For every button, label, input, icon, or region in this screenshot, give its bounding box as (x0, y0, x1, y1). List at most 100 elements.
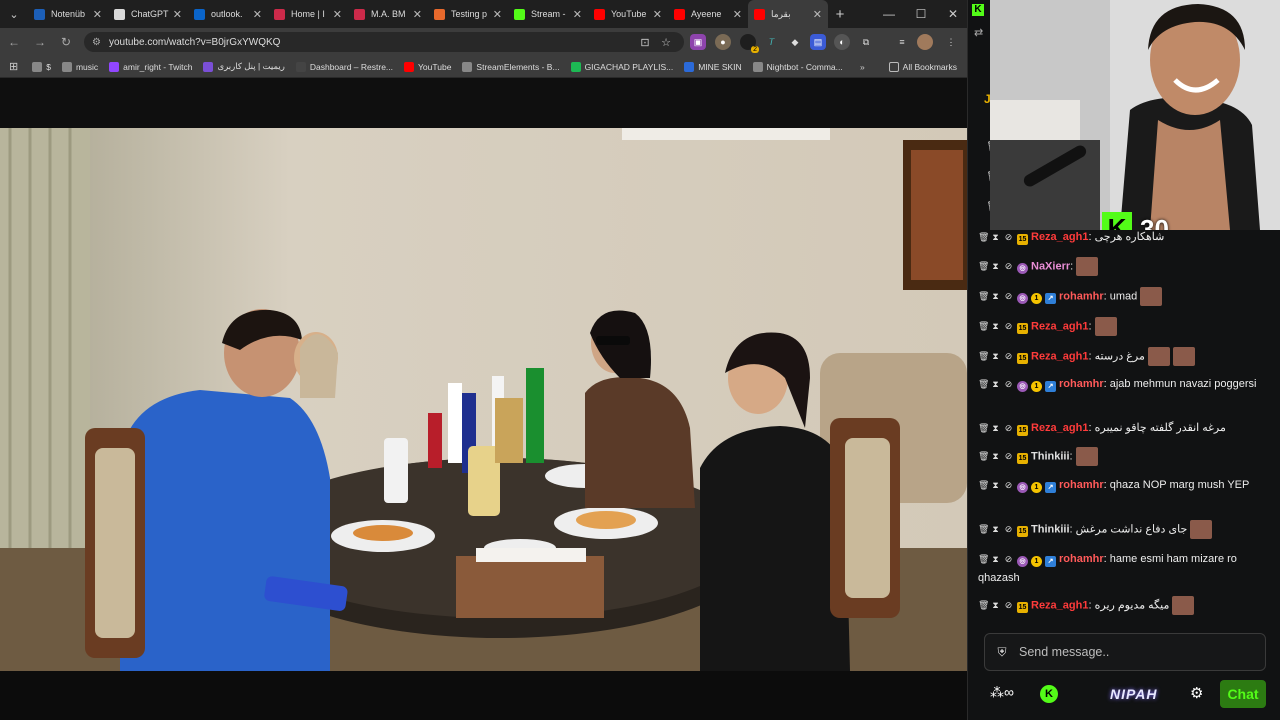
ban-icon[interactable]: ⊘ (1004, 447, 1013, 466)
ban-icon[interactable]: ⊘ (1004, 375, 1013, 394)
extension-avatar-icon[interactable]: ● (715, 34, 731, 50)
bookmark-item[interactable]: Nightbot - Comma... (752, 61, 843, 72)
trash-icon[interactable]: 🗑 (978, 520, 989, 539)
ban-icon[interactable]: ⊘ (1004, 550, 1013, 569)
trash-icon[interactable]: 🗑 (978, 476, 989, 495)
timeout-hourglass-icon[interactable]: ⧗ (991, 228, 1000, 247)
tab-3[interactable]: Home | I ✕ (268, 0, 348, 28)
chat-username[interactable]: rohamhr (1059, 290, 1104, 302)
address-bar[interactable]: ⚙ youtube.com/watch?v=B0jrGxYWQKQ (84, 32, 684, 52)
timeout-hourglass-icon[interactable]: ⧗ (991, 287, 1000, 306)
tab-6[interactable]: Stream - ✕ (508, 0, 588, 28)
timeout-hourglass-icon[interactable]: ⧗ (991, 375, 1000, 394)
chat-username[interactable]: Reza_agh1 (1031, 320, 1088, 332)
extensions-puzzle-icon[interactable]: ⧉ (858, 34, 874, 50)
tab-7[interactable]: YouTube ✕ (588, 0, 668, 28)
reading-list-icon[interactable]: ≡ (894, 34, 910, 50)
tab-close-icon[interactable]: ✕ (333, 8, 342, 21)
apps-grid-icon[interactable]: ⊞ (9, 60, 18, 73)
tab-close-icon[interactable]: ✕ (93, 8, 102, 21)
extension-doc-icon[interactable]: ▤ (810, 34, 826, 50)
maximize-icon[interactable]: ☐ (904, 0, 938, 28)
send-message-input[interactable]: ⛨ Send message.. (984, 633, 1266, 671)
kick-emote-icon[interactable]: K (1040, 685, 1058, 703)
bookmark-item[interactable]: YouTube (404, 61, 451, 72)
bookmark-item[interactable]: MINE SKIN (684, 61, 742, 72)
chat-username[interactable]: rohamhr (1059, 479, 1104, 491)
chat-username[interactable]: rohamhr (1059, 553, 1104, 565)
extension-badge-icon[interactable]: 2 (740, 34, 759, 53)
timeout-hourglass-icon[interactable]: ⧗ (991, 257, 1000, 276)
timeout-hourglass-icon[interactable]: ⧗ (991, 347, 1000, 366)
tab-close-icon[interactable]: ✕ (733, 8, 742, 21)
back-icon[interactable]: ← (2, 30, 26, 54)
timeout-hourglass-icon[interactable]: ⧗ (991, 419, 1000, 438)
forward-icon[interactable]: → (28, 30, 52, 54)
chat-username[interactable]: Reza_agh1 (1031, 422, 1088, 434)
tab-0[interactable]: Notenüb ✕ (28, 0, 108, 28)
profile-avatar[interactable] (917, 34, 933, 50)
extension-gift-icon[interactable]: ▣ (690, 34, 706, 50)
menu-kebab-icon[interactable]: ⋮ (943, 34, 959, 50)
bookmark-item[interactable]: Dashboard – Restre... (295, 61, 393, 72)
chat-username[interactable]: NaXierr (1031, 260, 1070, 272)
new-tab-button[interactable]: + (828, 6, 852, 23)
tab-close-icon[interactable]: ✕ (573, 8, 582, 21)
timeout-hourglass-icon[interactable]: ⧗ (991, 447, 1000, 466)
ban-icon[interactable]: ⊘ (1004, 257, 1013, 276)
timeout-hourglass-icon[interactable]: ⧗ (991, 596, 1000, 615)
tab-close-icon[interactable]: ✕ (813, 8, 822, 21)
timeout-hourglass-icon[interactable]: ⧗ (991, 520, 1000, 539)
tab-close-icon[interactable]: ✕ (413, 8, 422, 21)
tab-close-icon[interactable]: ✕ (173, 8, 182, 21)
timeout-hourglass-icon[interactable]: ⧗ (991, 550, 1000, 569)
trash-icon[interactable]: 🗑 (978, 550, 989, 569)
tab-8[interactable]: Ayeene ✕ (668, 0, 748, 28)
ban-icon[interactable]: ⊘ (1004, 347, 1013, 366)
tab-close-icon[interactable]: ✕ (653, 8, 662, 21)
ban-icon[interactable]: ⊘ (1004, 419, 1013, 438)
chat-username[interactable]: Reza_agh1 (1031, 231, 1088, 243)
chat-username[interactable]: Thinkiii (1031, 450, 1070, 462)
trash-icon[interactable]: 🗑 (978, 375, 989, 394)
chat-send-button[interactable]: Chat (1220, 680, 1266, 708)
nipah-logo[interactable]: NIPAH (1110, 686, 1158, 702)
close-window-icon[interactable]: ✕ (936, 0, 970, 28)
tab-9[interactable]: بقرما ✕ (748, 0, 828, 28)
tab-search-icon[interactable]: ⌄ (0, 0, 28, 28)
ban-icon[interactable]: ⊘ (1004, 228, 1013, 247)
extension-diamond-icon[interactable]: ◆ (787, 34, 803, 50)
timeout-hourglass-icon[interactable]: ⧗ (991, 317, 1000, 336)
ban-icon[interactable]: ⊘ (1004, 520, 1013, 539)
bookmark-item[interactable]: ریمیت | پنل کاربری (203, 61, 285, 72)
bookmark-star-icon[interactable]: ☆ (657, 33, 675, 51)
trash-icon[interactable]: 🗑 (978, 257, 989, 276)
chat-settings-icon[interactable]: ⇄ (974, 26, 983, 39)
points-infinity-icon[interactable]: ⁂∞ (990, 684, 1014, 701)
trash-icon[interactable]: 🗑 (978, 347, 989, 366)
extension-translate-icon[interactable]: 𝑇 (764, 34, 780, 50)
settings-gear-icon[interactable]: ⚙ (1190, 684, 1203, 702)
bookmark-item[interactable]: music (61, 61, 98, 72)
trash-icon[interactable]: 🗑 (978, 419, 989, 438)
bookmark-item[interactable]: $ (32, 61, 51, 72)
more-bookmarks-icon[interactable]: » (860, 62, 865, 72)
ban-icon[interactable]: ⊘ (1004, 317, 1013, 336)
trash-icon[interactable]: 🗑 (978, 596, 989, 615)
install-icon[interactable]: ⊡ (636, 33, 654, 51)
tab-close-icon[interactable]: ✕ (253, 8, 262, 21)
tab-2[interactable]: outlook. ✕ (188, 0, 268, 28)
tab-1[interactable]: ChatGPT ✕ (108, 0, 188, 28)
video-player[interactable] (0, 128, 967, 671)
ban-icon[interactable]: ⊘ (1004, 287, 1013, 306)
chat-username[interactable]: Thinkiii (1031, 523, 1070, 535)
ban-icon[interactable]: ⊘ (1004, 476, 1013, 495)
minimize-icon[interactable]: — (872, 0, 906, 28)
extension-circle-icon[interactable]: ◐ (834, 34, 850, 50)
trash-icon[interactable]: 🗑 (978, 317, 989, 336)
chat-username[interactable]: Reza_agh1 (1031, 350, 1088, 362)
chat-username[interactable]: Reza_agh1 (1031, 599, 1088, 611)
reload-icon[interactable]: ↻ (54, 30, 78, 54)
timeout-hourglass-icon[interactable]: ⧗ (991, 476, 1000, 495)
bookmark-item[interactable]: GIGACHAD PLAYLIS... (570, 61, 673, 72)
